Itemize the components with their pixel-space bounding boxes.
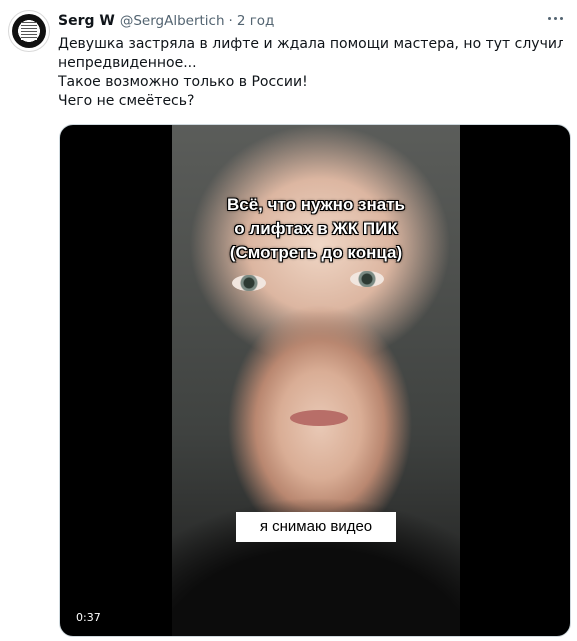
avatar-image (12, 14, 46, 48)
tweet-text-line: Чего не смеётесь? (58, 93, 195, 109)
tweet[interactable]: Serg W @SergAlbertich · 2 год Девушка за… (0, 0, 577, 641)
caption-line: Всё, что нужно знать (226, 195, 406, 214)
video-content (290, 410, 348, 426)
caption-line: о лифтах в ЖК ПИК (234, 219, 398, 238)
tweet-text: Девушка застряла в лифте и ждала помощи … (58, 35, 563, 111)
video-frame: Всё, что нужно знать о лифтах в ЖК ПИК (… (172, 125, 460, 636)
video-duration-badge: 0:37 (70, 609, 107, 626)
tweet-text-line: Такое возможно только в России! (58, 74, 308, 90)
tweet-timestamp[interactable]: 2 год (237, 13, 275, 29)
author-handle[interactable]: @SergAlbertich (120, 13, 225, 29)
header-separator: · (228, 13, 233, 29)
video-caption-top: Всё, что нужно знать о лифтах в ЖК ПИК (… (172, 193, 460, 265)
video-content (172, 468, 460, 636)
caption-line: (Смотреть до конца) (229, 243, 403, 262)
dot (559, 16, 563, 20)
video-content (350, 271, 384, 287)
avatar[interactable] (8, 10, 50, 52)
video-player[interactable]: Всё, что нужно знать о лифтах в ЖК ПИК (… (59, 124, 571, 637)
video-caption-bottom: я снимаю видео (236, 512, 396, 542)
dot (553, 16, 557, 20)
more-dots-icon[interactable] (543, 8, 567, 28)
dot (547, 16, 551, 20)
author-name[interactable]: Serg W (58, 13, 115, 29)
tweet-text-line: непредвиденное... (58, 55, 197, 71)
video-content (232, 275, 266, 291)
tweet-text-line: Девушка застряла в лифте и ждала помощи … (58, 36, 563, 52)
tweet-header: Serg W @SergAlbertich · 2 год (58, 11, 274, 31)
